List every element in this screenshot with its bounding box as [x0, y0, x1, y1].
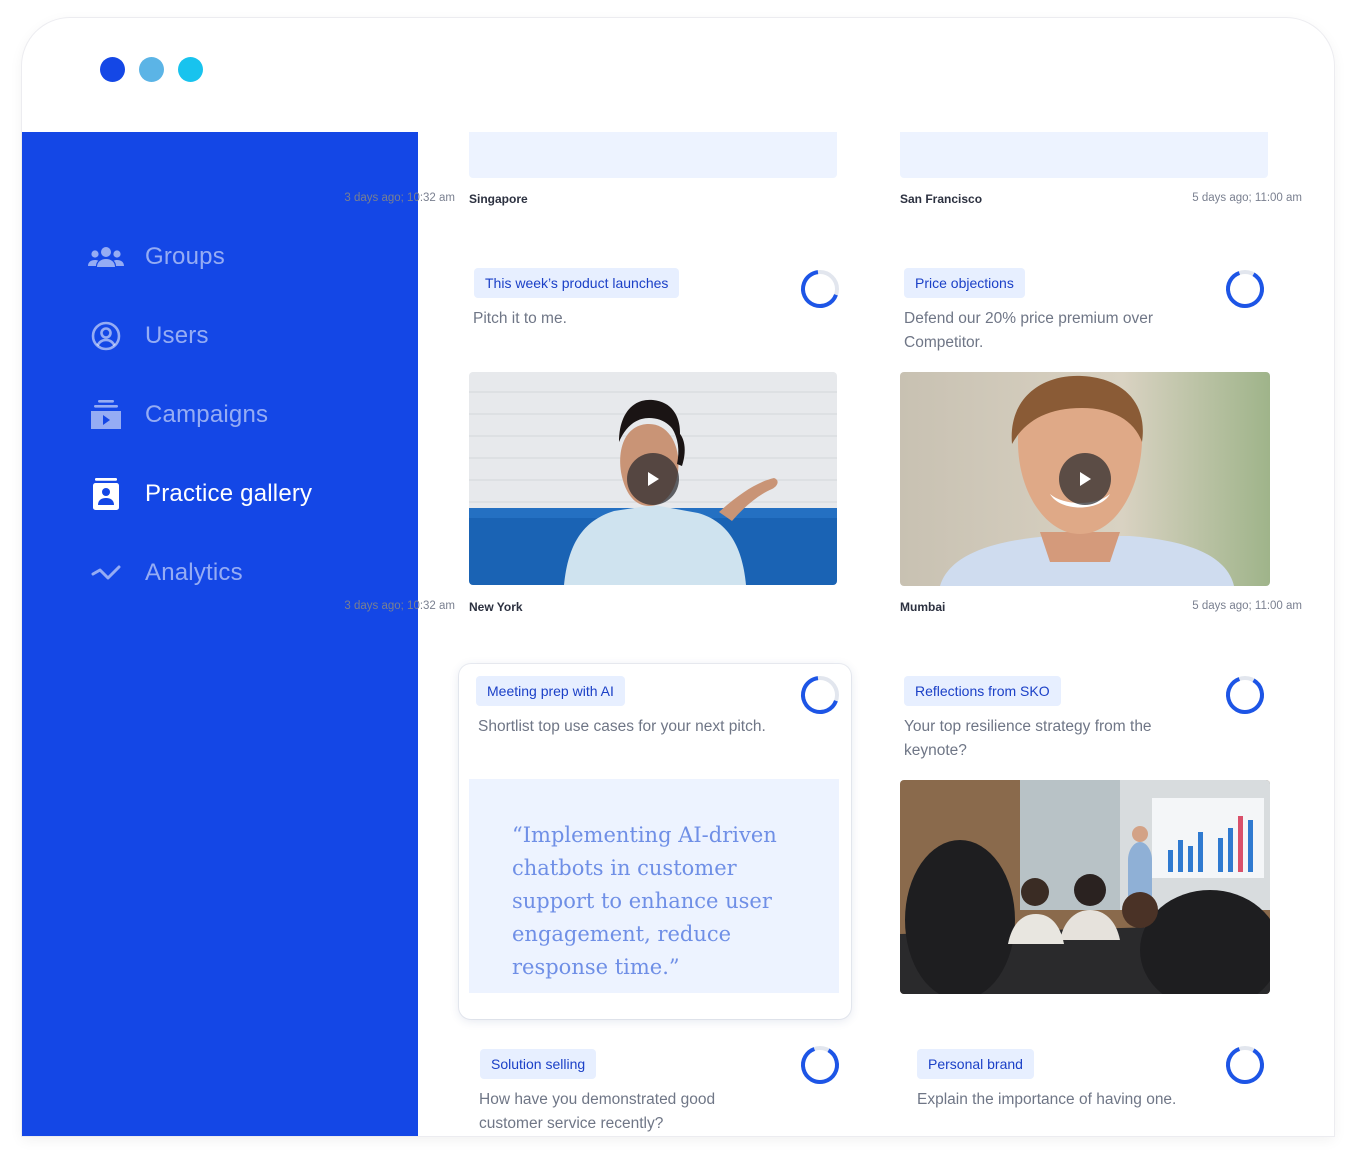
progress-ring-icon	[801, 676, 839, 714]
play-button[interactable]	[627, 452, 679, 505]
prompt-tag[interactable]: Personal brand	[917, 1049, 1034, 1079]
practice-gallery-icon	[86, 474, 126, 514]
user-circle-icon	[86, 316, 126, 356]
sidebar-item-label: Analytics	[145, 558, 243, 586]
window-dot-1[interactable]	[100, 57, 125, 82]
prompt-text: Defend our 20% price premium over Compet…	[904, 310, 1153, 351]
campaigns-icon	[86, 395, 126, 435]
meeting-presentation-image	[900, 780, 1270, 994]
window-dot-3[interactable]	[178, 57, 203, 82]
video-thumbnail[interactable]	[900, 372, 1270, 586]
progress-ring-icon	[1226, 675, 1264, 714]
groups-icon	[86, 237, 126, 277]
play-button[interactable]	[1059, 453, 1111, 505]
timestamp: 3 days ago; 10:32 am	[344, 192, 455, 204]
prompt-tag[interactable]: Meeting prep with AI	[476, 676, 625, 706]
play-icon	[648, 471, 659, 486]
media-thumbnail[interactable]	[900, 132, 1268, 178]
location-label: Singapore	[469, 192, 528, 206]
sidebar-item-label: Practice gallery	[145, 479, 313, 507]
location-label: New York	[469, 600, 523, 614]
window-controls	[100, 57, 203, 82]
sidebar-item-practice-gallery[interactable]: Practice gallery	[86, 454, 312, 533]
prompt-tag[interactable]: Solution selling	[480, 1049, 597, 1079]
prompt-tag[interactable]: Reflections from SKO	[904, 676, 1061, 706]
analytics-icon	[86, 553, 126, 593]
prompt-text: Pitch it to me.	[473, 310, 567, 327]
sidebar-item-label: Campaigns	[145, 400, 269, 428]
sidebar-item-campaigns[interactable]: Campaigns	[86, 375, 312, 454]
sidebar-item-groups[interactable]: Groups	[86, 217, 312, 296]
timestamp: 5 days ago; 11:00 am	[1192, 600, 1302, 612]
progress-ring-icon	[801, 1046, 839, 1084]
media-thumbnail[interactable]	[469, 132, 837, 178]
timestamp: 5 days ago; 11:00 am	[1192, 192, 1302, 204]
prompt-tag[interactable]: This week’s product launches	[474, 268, 680, 298]
ai-response-quote: “Implementing AI-driven chatbots in cust…	[512, 823, 777, 979]
sidebar-item-users[interactable]: Users	[86, 296, 312, 375]
prompt-text: Shortlist top use cases for your next pi…	[478, 718, 766, 735]
window-dot-2[interactable]	[139, 57, 164, 82]
sidebar: Groups Users Campaigns Practice gallery	[22, 132, 418, 1136]
progress-ring-icon	[1226, 1046, 1264, 1084]
sidebar-item-label: Users	[145, 321, 209, 349]
prompt-text: How have you demonstrated good customer …	[479, 1091, 716, 1132]
practice-gallery-content: Singapore 3 days ago; 10:32 am San Franc…	[344, 132, 1334, 1136]
progress-ring-icon	[1226, 270, 1264, 308]
prompt-text: Explain the importance of having one.	[917, 1091, 1177, 1108]
sidebar-nav: Groups Users Campaigns Practice gallery	[86, 217, 312, 612]
sidebar-item-label: Groups	[145, 242, 225, 270]
timestamp: 3 days ago; 10:32 am	[344, 600, 455, 612]
play-icon	[1080, 472, 1091, 486]
app-window: Groups Users Campaigns Practice gallery	[22, 18, 1334, 1136]
location-label: Mumbai	[900, 600, 946, 614]
location-label: San Francisco	[900, 192, 983, 206]
video-thumbnail[interactable]	[469, 372, 837, 585]
sidebar-item-analytics[interactable]: Analytics	[86, 533, 312, 612]
prompt-text: Your top resilience strategy from the ke…	[904, 718, 1152, 759]
progress-ring-icon	[801, 270, 839, 308]
prompt-tag[interactable]: Price objections	[904, 268, 1025, 298]
photo-thumbnail[interactable]	[900, 780, 1270, 994]
